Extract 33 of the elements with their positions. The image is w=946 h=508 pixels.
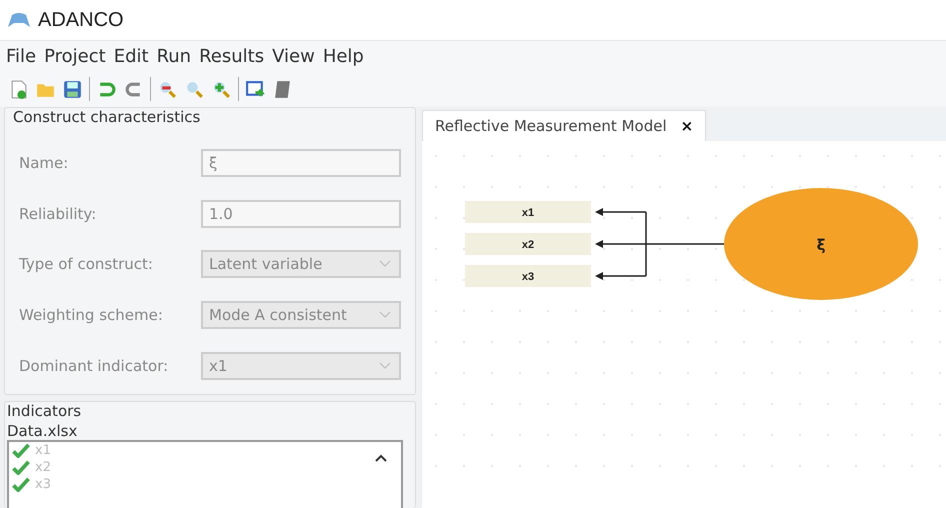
window-title: ADANCO — [38, 8, 124, 32]
menu-item[interactable]: Results — [199, 46, 264, 66]
checkmark-icon[interactable] — [11, 460, 31, 475]
field-label: Type of construct: — [18, 255, 154, 274]
window-arrow-icon[interactable] — [245, 78, 266, 100]
menu-item[interactable]: Run — [156, 46, 192, 66]
menu-item[interactable]: View — [272, 46, 315, 66]
menu-item[interactable]: File — [6, 46, 36, 66]
chevron-down-icon — [379, 311, 391, 320]
close-icon[interactable]: × — [680, 117, 694, 135]
menu-item[interactable]: Edit — [114, 46, 149, 66]
indicator-node: x3 — [465, 265, 591, 287]
scroll-up-icon[interactable] — [375, 454, 387, 462]
field-label: Reliability: — [18, 204, 98, 223]
field-label: Dominant indicator: — [18, 356, 170, 375]
checkmark-icon[interactable] — [11, 443, 31, 458]
scroll-icon[interactable] — [272, 78, 293, 100]
field-label: Name: — [18, 154, 70, 172]
group-title: Construct characteristics — [13, 108, 200, 126]
chevron-down-icon — [379, 362, 391, 370]
save-icon[interactable] — [62, 78, 83, 100]
app-logo-icon — [6, 11, 32, 29]
indicator-node: x2 — [465, 233, 591, 255]
field-label: Weighting scheme: — [18, 306, 164, 324]
checkmark-icon[interactable] — [11, 477, 31, 492]
indicator-node: x1 — [465, 201, 591, 223]
menu-item[interactable]: Project — [44, 46, 106, 66]
chevron-down-icon — [379, 260, 391, 268]
menu-item[interactable]: Help — [322, 46, 364, 66]
file-name: Data.xlsx — [7, 422, 78, 440]
tab[interactable]: Reflective Measurement Model × — [422, 110, 706, 141]
construct-node: ξ — [724, 188, 918, 300]
group-title: Indicators — [7, 402, 82, 420]
